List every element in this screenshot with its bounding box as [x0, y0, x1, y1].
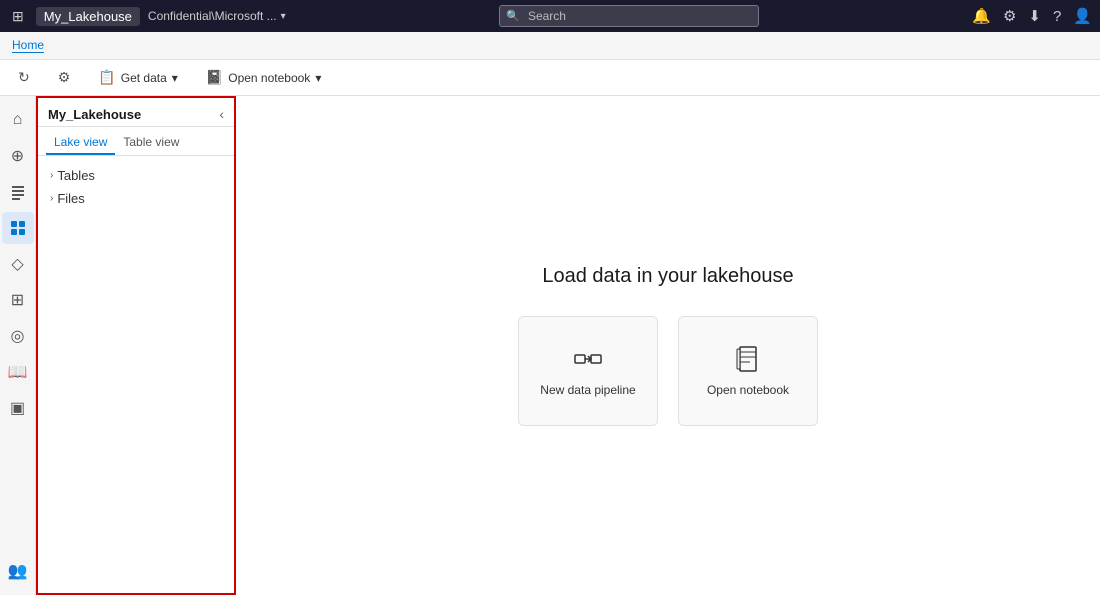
breadcrumb-bar: Home [0, 32, 1100, 60]
breadcrumb: Confidential\Microsoft ... ▾ [148, 9, 286, 23]
side-panel-close-button[interactable]: ‹ [219, 106, 224, 122]
files-chevron-icon: › [50, 193, 53, 204]
content-area: Load data in your lakehouse New data pip… [236, 96, 1100, 595]
download-icon[interactable]: ⬇ [1028, 7, 1041, 25]
main-area: ⌂ ⊕ ◇ ⊞ ◎ 📖 ▣ 👥 My_Lakehouse [0, 96, 1100, 595]
sidebar-item-console[interactable]: ▣ [2, 392, 34, 424]
search-container: 🔍 [499, 5, 759, 27]
tree-item-tables[interactable]: › Tables [38, 164, 234, 187]
get-data-chevron-icon: ▾ [172, 71, 178, 85]
cards-row: New data pipeline Open notebook [518, 316, 818, 426]
toolbar-gear-icon: ⚙ [58, 69, 71, 86]
settings-icon[interactable]: ⚙ [1003, 7, 1016, 25]
open-notebook-label: Open notebook [228, 71, 310, 85]
breadcrumb-text[interactable]: Confidential\Microsoft ... [148, 9, 277, 23]
notebook-icon [734, 345, 762, 373]
new-data-pipeline-card[interactable]: New data pipeline [518, 316, 658, 426]
side-panel-tabs: Lake view Table view [38, 127, 234, 156]
refresh-icon: ↻ [18, 69, 30, 86]
apps-grid-icon[interactable]: ⊞ [8, 6, 28, 27]
sidebar-item-home[interactable]: ⌂ [2, 104, 34, 136]
toolbar: ↻ ⚙ 📋 Get data ▾ 📓 Open notebook ▾ [0, 60, 1100, 96]
refresh-button[interactable]: ↻ [12, 66, 36, 89]
user-avatar[interactable]: 👤 [1073, 7, 1092, 25]
topbar: ⊞ My_Lakehouse Confidential\Microsoft ..… [0, 0, 1100, 32]
side-panel-header: My_Lakehouse ‹ [38, 98, 234, 127]
search-icon: 🔍 [506, 10, 520, 23]
search-input[interactable] [499, 5, 759, 27]
pipeline-icon [574, 345, 602, 373]
left-nav: ⌂ ⊕ ◇ ⊞ ◎ 📖 ▣ 👥 [0, 96, 36, 595]
topbar-actions: 🔔 ⚙ ⬇ ? 👤 [972, 7, 1092, 25]
tree-item-files-label: Files [57, 191, 84, 206]
side-panel-title: My_Lakehouse [48, 107, 141, 122]
sidebar-item-monitor[interactable]: ◎ [2, 320, 34, 352]
tree-item-files[interactable]: › Files [38, 187, 234, 210]
open-notebook-icon: 📓 [206, 69, 223, 86]
side-panel-content: › Tables › Files [38, 156, 234, 593]
side-panel: My_Lakehouse ‹ Lake view Table view › Ta… [36, 96, 236, 595]
tab-table-view[interactable]: Table view [115, 131, 187, 155]
sidebar-item-people[interactable]: 👥 [2, 555, 34, 587]
data-hub-icon [10, 220, 26, 236]
home-breadcrumb-link[interactable]: Home [12, 38, 44, 53]
pipeline-card-label: New data pipeline [540, 383, 635, 397]
sidebar-item-browse[interactable] [2, 176, 34, 208]
sidebar-item-activities[interactable]: ◇ [2, 248, 34, 280]
app-name-label[interactable]: My_Lakehouse [36, 7, 140, 26]
tree-item-tables-label: Tables [57, 168, 95, 183]
content-title: Load data in your lakehouse [542, 265, 793, 288]
get-data-button[interactable]: 📋 Get data ▾ [92, 66, 184, 89]
sidebar-item-learn[interactable]: 📖 [2, 356, 34, 388]
notebook-card-label: Open notebook [707, 383, 789, 397]
tab-lake-view[interactable]: Lake view [46, 131, 115, 155]
sidebar-item-data[interactable] [2, 212, 34, 244]
sidebar-item-create[interactable]: ⊕ [2, 140, 34, 172]
tables-chevron-icon: › [50, 170, 53, 181]
notification-icon[interactable]: 🔔 [972, 7, 991, 25]
browse-icon [10, 184, 26, 200]
get-data-icon: 📋 [98, 69, 115, 86]
open-notebook-button[interactable]: 📓 Open notebook ▾ [200, 66, 328, 89]
toolbar-settings-button[interactable]: ⚙ [52, 66, 77, 89]
open-notebook-card[interactable]: Open notebook [678, 316, 818, 426]
breadcrumb-chevron-icon[interactable]: ▾ [281, 11, 286, 22]
get-data-label: Get data [121, 71, 167, 85]
open-notebook-chevron-icon: ▾ [315, 71, 321, 85]
sidebar-item-workspaces[interactable]: ⊞ [2, 284, 34, 316]
help-icon[interactable]: ? [1053, 8, 1061, 25]
